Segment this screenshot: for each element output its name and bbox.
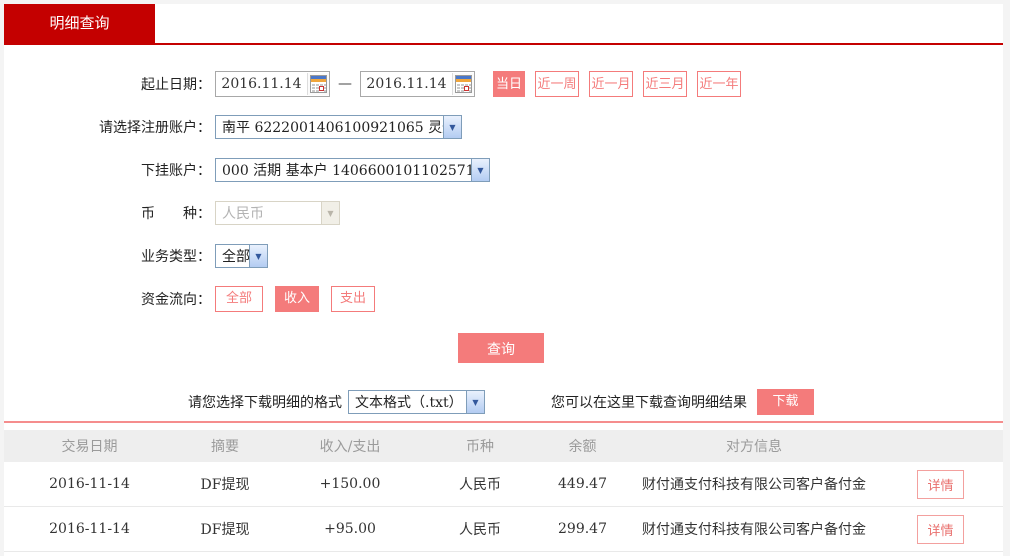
download-format-label: 请您选择下载明细的格式	[188, 395, 342, 411]
cell-date: 2016-11-14	[4, 462, 175, 507]
header-counterparty: 对方信息	[726, 439, 782, 455]
end-date-value[interactable]: 2016.11.14	[361, 76, 452, 92]
download-row: 请您选择下载明细的格式 文本格式（.txt） ▼ 您可以在这里下载查询明细结果 …	[4, 389, 1003, 415]
business-type-select[interactable]: 全部 ▼	[215, 244, 268, 268]
registered-account-select[interactable]: 南平 6222001406100921065 灵通卡 ▼	[215, 115, 462, 139]
cell-date: 2016-11-14	[4, 506, 175, 552]
quick-range-week-button[interactable]: 近一周	[535, 71, 579, 97]
fund-flow-all-button[interactable]: 全部	[215, 286, 263, 312]
cell-balance: 449.47	[535, 462, 630, 507]
header-currency: 币种	[466, 439, 494, 455]
fund-flow-expense-button[interactable]: 支出	[331, 286, 375, 312]
chevron-down-icon[interactable]: ▼	[466, 391, 484, 413]
tab-detail-query[interactable]: 明细查询	[4, 4, 155, 43]
chevron-down-icon: ▼	[321, 202, 339, 224]
header-date: 交易日期	[61, 439, 118, 455]
quick-range-quarter-button[interactable]: 近三月	[643, 71, 687, 97]
fund-flow-row: 资金流向： 全部 收入 支出	[4, 286, 1003, 312]
date-range-label: 起止日期：	[141, 77, 211, 93]
cell-counterparty: 财付通支付科技有限公司客户备付金	[630, 462, 878, 507]
header-amount: 收入/支出	[319, 439, 381, 455]
query-button[interactable]: 查询	[458, 333, 544, 363]
cell-currency: 人民币	[425, 462, 535, 507]
chevron-down-icon[interactable]: ▼	[443, 116, 461, 138]
date-range-row: 起止日期： 2016.11.14 — 2016.11.14 当日 近一周 近一月…	[4, 71, 1003, 97]
cell-amount: +150.00	[275, 462, 425, 507]
tab-bar: 明细查询	[4, 4, 1003, 45]
fund-flow-income-button[interactable]: 收入	[275, 286, 319, 312]
header-summary: 摘要	[211, 439, 239, 455]
content-panel: 明细查询 起止日期： 2016.11.14 — 2016.11.14 当日 近一…	[4, 4, 1003, 556]
currency-select: 人民币 ▼	[215, 201, 340, 225]
date-range-separator: —	[338, 76, 352, 92]
fund-flow-label: 资金流向：	[141, 292, 211, 308]
table-row: 2016-11-14 DF提现 +150.00 人民币 449.47 财付通支付…	[4, 462, 1003, 507]
business-type-value: 全部	[222, 249, 249, 265]
business-type-row: 业务类型： 全部 ▼	[4, 243, 1003, 269]
section-divider	[4, 421, 1003, 423]
transaction-table: 交易日期 摘要 收入/支出 币种 余额 对方信息 2016-11-14 DF提现…	[4, 430, 1003, 552]
currency-label: 币 种：	[141, 206, 211, 222]
sub-account-select[interactable]: 000 活期 基本户 1406600101102571848 ▼	[215, 158, 490, 182]
download-hint-text: 您可以在这里下载查询明细结果	[551, 395, 747, 411]
sub-account-label: 下挂账户：	[141, 163, 211, 179]
download-format-value: 文本格式（.txt）	[355, 395, 463, 411]
cell-counterparty: 财付通支付科技有限公司客户备付金	[630, 506, 878, 552]
quick-range-month-button[interactable]: 近一月	[589, 71, 633, 97]
download-format-select[interactable]: 文本格式（.txt） ▼	[348, 390, 485, 414]
table-row: 2016-11-14 DF提现 +95.00 人民币 299.47 财付通支付科…	[4, 506, 1003, 552]
query-form: 起止日期： 2016.11.14 — 2016.11.14 当日 近一周 近一月…	[4, 71, 1003, 363]
registered-account-value: 南平 6222001406100921065 灵通卡	[222, 120, 443, 136]
start-date-input[interactable]: 2016.11.14	[215, 71, 330, 97]
registered-account-label: 请选择注册账户：	[99, 120, 211, 136]
chevron-down-icon[interactable]: ▼	[471, 159, 489, 181]
calendar-icon[interactable]	[452, 73, 474, 95]
quick-range-today-button[interactable]: 当日	[493, 71, 525, 97]
currency-value: 人民币	[222, 206, 264, 222]
table-header-row: 交易日期 摘要 收入/支出 币种 余额 对方信息	[4, 430, 1003, 462]
cell-currency: 人民币	[425, 506, 535, 552]
start-date-value[interactable]: 2016.11.14	[216, 76, 307, 92]
header-action	[878, 430, 1003, 462]
quick-range-year-button[interactable]: 近一年	[697, 71, 741, 97]
download-button[interactable]: 下载	[757, 389, 814, 415]
cell-summary: DF提现	[175, 462, 275, 507]
detail-button[interactable]: 详情	[917, 469, 964, 499]
header-balance: 余额	[568, 439, 597, 455]
currency-row: 币 种： 人民币 ▼	[4, 200, 1003, 226]
registered-account-row: 请选择注册账户： 南平 6222001406100921065 灵通卡 ▼	[4, 114, 1003, 140]
end-date-input[interactable]: 2016.11.14	[360, 71, 475, 97]
cell-balance: 299.47	[535, 506, 630, 552]
sub-account-row: 下挂账户： 000 活期 基本户 1406600101102571848 ▼	[4, 157, 1003, 183]
detail-button[interactable]: 详情	[917, 514, 964, 544]
chevron-down-icon[interactable]: ▼	[249, 245, 267, 267]
sub-account-value: 000 活期 基本户 1406600101102571848	[222, 163, 471, 179]
business-type-label: 业务类型：	[141, 249, 211, 265]
calendar-icon[interactable]	[307, 73, 329, 95]
cell-amount: +95.00	[275, 506, 425, 552]
cell-summary: DF提现	[175, 506, 275, 552]
